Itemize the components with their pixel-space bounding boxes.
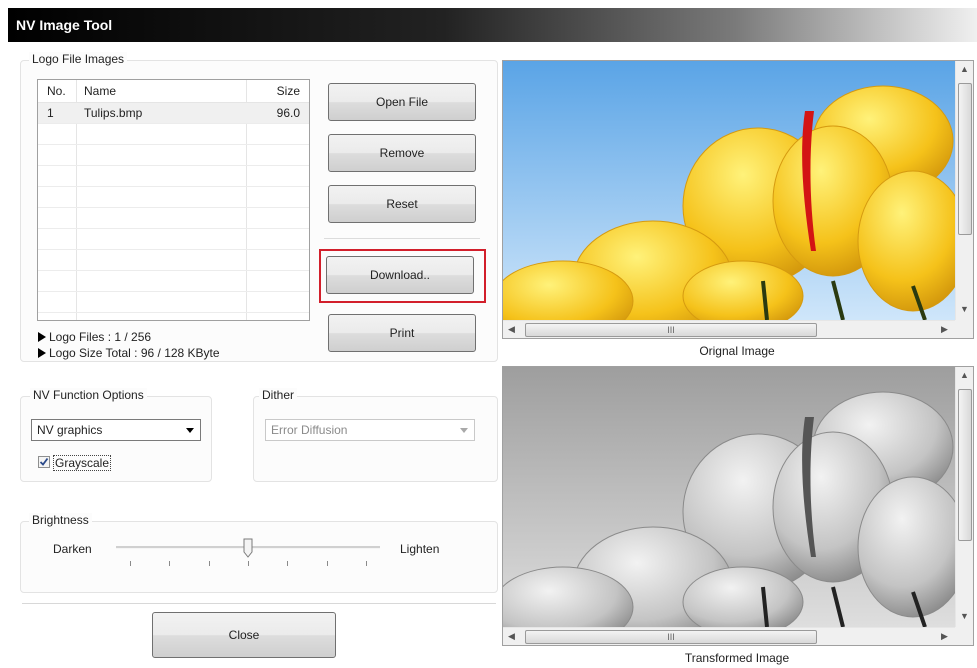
scroll-up-icon[interactable]: ▲ — [956, 367, 973, 384]
table-row[interactable]: 1 Tulips.bmp 96.0 — [38, 103, 309, 123]
transformed-vertical-scrollbar[interactable]: ▲ ▼ — [955, 367, 973, 627]
row-size: 96.0 — [276, 106, 300, 120]
grid-line — [38, 291, 309, 292]
dialog-client: Logo File Images No. Name Size 1 Tulips.… — [8, 42, 977, 668]
brightness-max-label: Lighten — [400, 542, 440, 556]
footer-separator — [22, 603, 496, 604]
dither-selected: Error Diffusion — [271, 423, 348, 437]
scroll-grip: III — [667, 325, 675, 335]
slider-tick — [209, 561, 210, 566]
grid-line — [38, 249, 309, 250]
scroll-corner — [955, 320, 973, 338]
scroll-up-icon[interactable]: ▲ — [956, 61, 973, 78]
chevron-down-icon — [186, 428, 194, 433]
slider-tick — [287, 561, 288, 566]
grid-line — [38, 228, 309, 229]
column-header-size[interactable]: Size — [277, 80, 300, 102]
scroll-down-icon[interactable]: ▼ — [956, 608, 973, 625]
transformed-image-viewer[interactable]: ▲ ▼ ◀ III ▶ — [502, 366, 974, 646]
original-vertical-scrollbar[interactable]: ▲ ▼ — [955, 61, 973, 320]
reset-button[interactable]: Reset — [328, 185, 476, 223]
window-title: NV Image Tool — [16, 17, 113, 33]
print-button[interactable]: Print — [328, 314, 476, 352]
grid-line — [38, 186, 309, 187]
slider-tick — [327, 561, 328, 566]
scroll-right-icon[interactable]: ▶ — [936, 628, 953, 645]
scroll-left-icon[interactable]: ◀ — [503, 321, 520, 338]
nv-function-group-label: NV Function Options — [30, 388, 147, 402]
open-file-button[interactable]: Open File — [328, 83, 476, 121]
original-image-viewer[interactable]: ▲ ▼ ◀ III ▶ — [502, 60, 974, 339]
nv-function-select[interactable]: NV graphics — [31, 419, 201, 441]
grayscale-checkbox[interactable] — [38, 456, 50, 468]
transformed-horizontal-scrollbar[interactable]: ◀ III ▶ — [503, 627, 955, 645]
grid-line — [38, 312, 309, 313]
original-tulips-image — [503, 61, 955, 320]
slider-tick — [169, 561, 170, 566]
dither-select[interactable]: Error Diffusion — [265, 419, 475, 441]
scroll-grip: III — [667, 632, 675, 642]
grid-line — [38, 144, 309, 145]
original-image-caption: Orignal Image — [699, 344, 775, 358]
column-header-name[interactable]: Name — [84, 80, 116, 102]
row-name: Tulips.bmp — [84, 106, 143, 120]
remove-button[interactable]: Remove — [328, 134, 476, 172]
brightness-group-label: Brightness — [29, 513, 92, 527]
triangle-right-icon — [38, 348, 46, 358]
scroll-right-icon[interactable]: ▶ — [936, 321, 953, 338]
scroll-thumb[interactable] — [958, 389, 972, 541]
grid-line — [38, 270, 309, 271]
title-bar: NV Image Tool — [8, 8, 977, 42]
slider-thumb-icon — [243, 538, 253, 558]
grid-line — [38, 123, 309, 124]
scroll-thumb[interactable]: III — [525, 630, 817, 644]
scroll-down-icon[interactable]: ▼ — [956, 301, 973, 318]
logo-files-count-text: Logo Files : 1 / 256 — [49, 330, 152, 344]
column-header-no[interactable]: No. — [47, 80, 66, 102]
button-separator — [324, 238, 480, 239]
slider-ticks — [116, 561, 382, 567]
logo-size-total: Logo Size Total : 96 / 128 KByte — [38, 346, 220, 360]
slider-tick — [248, 561, 249, 566]
slider-tick — [130, 561, 131, 566]
chevron-down-icon — [460, 428, 468, 433]
transformed-image-caption: Transformed Image — [684, 651, 790, 665]
checkmark-icon — [39, 457, 49, 466]
scroll-left-icon[interactable]: ◀ — [503, 628, 520, 645]
grid-line — [38, 165, 309, 166]
grid-line — [38, 207, 309, 208]
grayscale-label[interactable]: Grayscale — [53, 455, 112, 471]
slider-tick — [366, 561, 367, 566]
scroll-thumb[interactable]: III — [525, 323, 817, 337]
triangle-right-icon — [38, 332, 46, 342]
scroll-thumb[interactable] — [958, 83, 972, 235]
transformed-tulips-image — [503, 367, 955, 627]
nv-function-selected: NV graphics — [37, 423, 103, 437]
logo-files-group-label: Logo File Images — [29, 52, 128, 66]
slider-thumb[interactable] — [243, 538, 253, 558]
brightness-slider[interactable] — [116, 536, 382, 570]
row-no: 1 — [47, 106, 54, 120]
original-horizontal-scrollbar[interactable]: ◀ III ▶ — [503, 320, 955, 338]
list-header: No. Name Size — [38, 80, 309, 103]
logo-file-list[interactable]: No. Name Size 1 Tulips.bmp 96.0 — [37, 79, 310, 321]
close-button[interactable]: Close — [152, 612, 336, 658]
scroll-corner — [955, 627, 973, 645]
logo-size-total-text: Logo Size Total : 96 / 128 KByte — [49, 346, 220, 360]
brightness-min-label: Darken — [53, 542, 92, 556]
logo-files-count: Logo Files : 1 / 256 — [38, 330, 151, 344]
download-button[interactable]: Download.. — [326, 256, 474, 294]
dither-group-label: Dither — [259, 388, 298, 402]
